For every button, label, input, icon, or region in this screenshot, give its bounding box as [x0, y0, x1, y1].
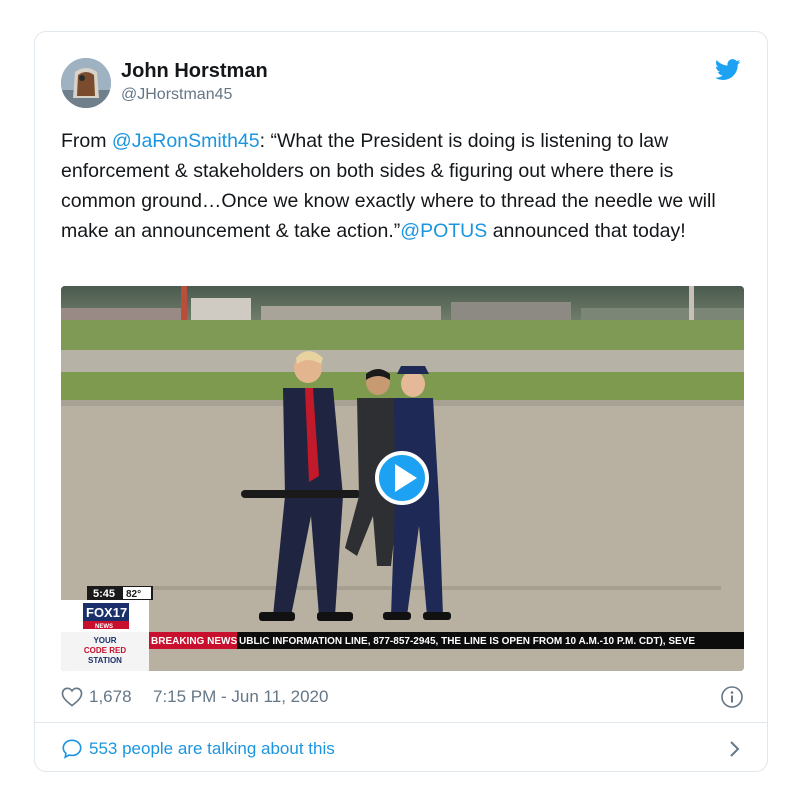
station-tag-line: CODE RED — [84, 646, 126, 655]
like-count[interactable]: 1,678 — [89, 687, 132, 707]
station-logo-sub: NEWS — [95, 624, 113, 630]
info-icon[interactable] — [720, 685, 744, 709]
video-frame: 5:45 82° FOX17 NEWS YOUR CODE RED STATIO… — [61, 286, 744, 671]
tweet-text-part: announced that today! — [487, 220, 686, 242]
avatar-image — [61, 58, 111, 108]
twitter-bird-icon[interactable] — [715, 59, 741, 81]
station-logo: FOX17 — [86, 605, 127, 620]
tweet-text-part: From — [61, 130, 112, 152]
mention-link[interactable]: @POTUS — [400, 220, 487, 242]
video-player[interactable]: 5:45 82° FOX17 NEWS YOUR CODE RED STATIO… — [61, 286, 744, 671]
station-tag-line: YOUR — [93, 636, 116, 645]
tweet-timestamp[interactable]: 7:15 PM - Jun 11, 2020 — [153, 687, 328, 707]
author-name[interactable]: John Horstman — [121, 60, 268, 83]
divider — [35, 722, 767, 723]
conversation-link[interactable]: 553 people are talking about this — [61, 736, 744, 762]
heart-icon[interactable] — [61, 687, 83, 707]
conversation-count[interactable]: 553 people are talking about this — [89, 739, 335, 759]
tweet-text: From @JaRonSmith45: “What the President … — [61, 126, 751, 246]
news-ticker: UBLIC INFORMATION LINE, 877-857-2945, TH… — [239, 636, 695, 647]
video-temp: 82° — [126, 589, 141, 600]
video-time: 5:45 — [93, 588, 115, 600]
avatar[interactable] — [61, 58, 111, 108]
breaking-news-label: BREAKING NEWS — [151, 636, 237, 647]
station-tag-line: STATION — [88, 656, 122, 665]
tweet-card: John Horstman @JHorstman45 From @JaRonSm… — [34, 31, 768, 772]
speech-bubble-icon — [62, 739, 82, 759]
author-handle[interactable]: @JHorstman45 — [121, 86, 232, 104]
chevron-right-icon[interactable] — [724, 738, 744, 760]
play-icon[interactable] — [375, 451, 429, 505]
tweet-meta: 1,678 7:15 PM - Jun 11, 2020 — [61, 685, 744, 711]
mention-link[interactable]: @JaRonSmith45 — [112, 130, 260, 152]
